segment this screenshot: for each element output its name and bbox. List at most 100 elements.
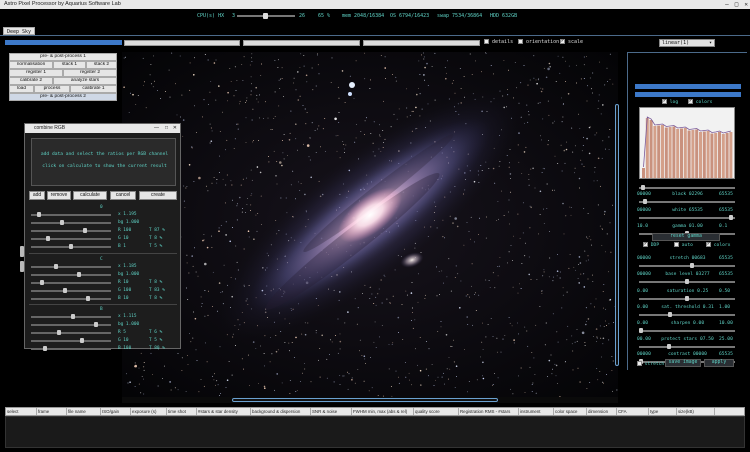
black-slider[interactable] xyxy=(639,201,735,203)
orientation-checkbox[interactable] xyxy=(518,39,523,44)
column-header-11[interactable]: Registration RMS - #stars xyxy=(459,408,519,415)
group-0-slider-3[interactable] xyxy=(31,238,111,240)
group-0-slider-1[interactable] xyxy=(31,222,111,224)
tab-pre-post-process-2[interactable]: pre- & post-process 2 xyxy=(9,93,117,101)
create-button[interactable]: create xyxy=(139,191,177,200)
group-2-slider-knob-1[interactable] xyxy=(94,322,98,327)
column-header-2[interactable]: file name xyxy=(67,408,101,415)
sharpen-slider[interactable] xyxy=(639,330,735,332)
colors-toggle[interactable]: colors xyxy=(688,98,712,105)
stretch-slider[interactable] xyxy=(639,265,735,267)
log-checkbox[interactable] xyxy=(662,98,667,104)
stretch-mode-select[interactable]: linear(1) ▾ xyxy=(659,39,715,47)
horizontal-scroll-thumb[interactable] xyxy=(232,398,498,402)
calculate-button[interactable]: calculate xyxy=(73,191,107,200)
group-2-slider-knob-3[interactable] xyxy=(80,338,84,343)
column-header-17[interactable]: size(kB) xyxy=(677,408,715,415)
maximize-button[interactable]: □ xyxy=(735,0,739,9)
close-icon[interactable]: ✕ xyxy=(173,124,177,133)
column-header-13[interactable]: color space xyxy=(554,408,587,415)
cancel-button[interactable]: cancel xyxy=(110,191,136,200)
orientation-toggle[interactable]: orientation xyxy=(518,39,559,45)
frame-table-body[interactable] xyxy=(5,416,745,448)
group-0-slider-knob-3[interactable] xyxy=(46,236,50,241)
sharpen-slider-knob[interactable] xyxy=(639,328,643,333)
column-header-7[interactable]: background & dispersion xyxy=(251,408,311,415)
sat-threshold-slider[interactable] xyxy=(639,314,735,316)
stretch-checkbox[interactable] xyxy=(637,361,642,366)
column-header-1[interactable]: frame xyxy=(37,408,67,415)
group-0-slider-knob-4[interactable] xyxy=(69,244,73,249)
group-2-slider-knob-0[interactable] xyxy=(71,314,75,319)
tab-process[interactable]: process xyxy=(34,85,70,93)
colorx-checkbox[interactable] xyxy=(706,241,711,247)
tab-deep-sky[interactable]: Deep Sky xyxy=(3,27,35,35)
column-header-10[interactable]: quality score xyxy=(414,408,459,415)
column-header-5[interactable]: time shot xyxy=(167,408,197,415)
group-0-slider-knob-2[interactable] xyxy=(83,228,87,233)
group-0-slider-0[interactable] xyxy=(31,214,111,216)
ddp-toggle[interactable]: DDP xyxy=(643,241,659,248)
group-2-slider-knob-2[interactable] xyxy=(57,330,61,335)
tab-register-1[interactable]: register 1 xyxy=(9,69,63,77)
column-header-15[interactable]: CFA xyxy=(617,408,649,415)
ddp-checkbox[interactable] xyxy=(643,241,648,247)
column-header-0[interactable]: select xyxy=(6,408,37,415)
column-header-16[interactable]: type xyxy=(649,408,677,415)
tab-normalisation[interactable]: normalisation xyxy=(9,61,53,69)
save-image-button[interactable]: save image xyxy=(665,359,701,367)
tab-register-2[interactable]: register 2 xyxy=(63,69,117,77)
scale-toggle[interactable]: scale xyxy=(560,38,583,45)
tab-calibrate-2[interactable]: calibrate 2 xyxy=(9,77,53,85)
column-header-8[interactable]: SNR & noise xyxy=(311,408,352,415)
group-1-slider-knob-0[interactable] xyxy=(54,264,58,269)
reset-gamma-button[interactable]: reset gamma xyxy=(652,233,720,241)
group-2-slider-3[interactable] xyxy=(31,340,111,342)
main-image-viewer[interactable] xyxy=(122,52,618,397)
cpu-slider-knob[interactable] xyxy=(263,13,268,19)
white-slider[interactable] xyxy=(639,217,735,219)
panel-grip-bottom[interactable] xyxy=(20,261,24,272)
protect-stars-slider[interactable] xyxy=(639,346,735,348)
group-2-slider-knob-4[interactable] xyxy=(43,346,47,351)
column-header-3[interactable]: ISO/gain xyxy=(101,408,131,415)
group-1-slider-3[interactable] xyxy=(31,290,111,292)
group-0-slider-knob-0[interactable] xyxy=(37,212,41,217)
apply-button[interactable]: apply xyxy=(704,359,734,367)
tab-stack-2[interactable]: stack 2 xyxy=(86,61,117,69)
group-1-slider-1[interactable] xyxy=(31,274,111,276)
group-1-slider-0[interactable] xyxy=(31,266,111,268)
group-2-slider-1[interactable] xyxy=(31,324,111,326)
scale-checkbox[interactable] xyxy=(560,38,565,44)
auto-toggle[interactable]: auto xyxy=(674,242,693,248)
tab-load[interactable]: load xyxy=(9,85,34,93)
stretch-toggle[interactable]: stretch xyxy=(637,361,664,367)
tab-analyze-stars[interactable]: analyze stars xyxy=(53,77,117,85)
group-1-slider-knob-1[interactable] xyxy=(77,272,81,277)
details-checkbox[interactable] xyxy=(484,39,489,44)
histogram-slider-knob[interactable] xyxy=(641,185,645,190)
tab-calibrate-1[interactable]: calibrate 1 xyxy=(70,85,117,93)
sat-threshold-slider-knob[interactable] xyxy=(668,312,672,317)
column-header-4[interactable]: exposure (s) xyxy=(131,408,167,415)
white-slider-knob[interactable] xyxy=(729,215,733,220)
black-slider-knob[interactable] xyxy=(643,199,647,204)
dialog-title-bar[interactable]: combine RGB ✕ □ — xyxy=(25,124,180,133)
group-1-slider-knob-3[interactable] xyxy=(63,288,67,293)
panel-grip-top[interactable] xyxy=(20,246,24,257)
protect-stars-slider-knob[interactable] xyxy=(667,344,671,349)
column-header-6[interactable]: #stars & star density xyxy=(197,408,251,415)
base-level-slider-knob[interactable] xyxy=(685,279,689,284)
group-1-slider-knob-2[interactable] xyxy=(40,280,44,285)
details-toggle[interactable]: details xyxy=(484,39,513,45)
tab-pre-post-process-1[interactable]: pre- & post-process 1 xyxy=(9,53,117,61)
group-1-slider-knob-4[interactable] xyxy=(86,296,90,301)
column-header-14[interactable]: dimension xyxy=(587,408,617,415)
group-1-slider-4[interactable] xyxy=(31,298,111,300)
auto-checkbox[interactable] xyxy=(674,242,679,247)
minimize-button[interactable]: — xyxy=(725,0,729,9)
group-2-slider-2[interactable] xyxy=(31,332,111,334)
histogram-slider[interactable] xyxy=(639,187,735,189)
close-button[interactable]: ✕ xyxy=(744,0,748,9)
saturation-slider-knob[interactable] xyxy=(685,296,689,301)
